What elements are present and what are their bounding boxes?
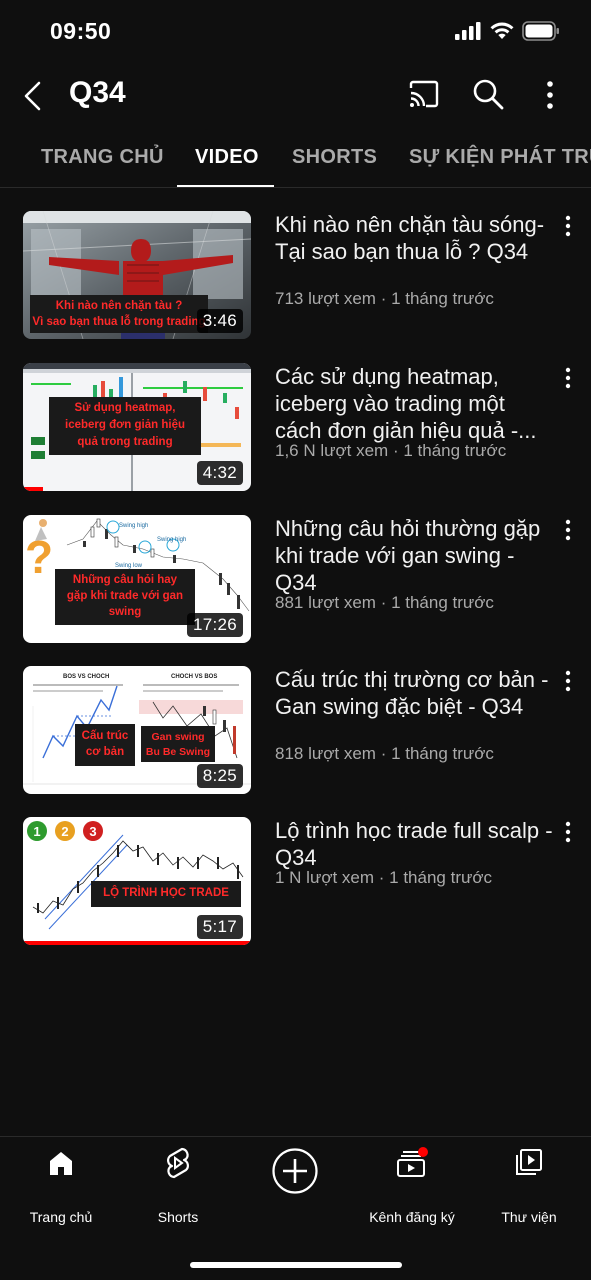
video-thumbnail[interactable]: Sử dụng heatmap, iceberg đơn giản hiệu q… xyxy=(23,363,251,491)
nav-library-label: Thư viện xyxy=(501,1209,557,1225)
video-more-icon[interactable] xyxy=(560,670,576,692)
video-item[interactable]: Khi nào nên chặn tàu ? Vì sao bạn thua l… xyxy=(0,211,591,346)
view-count: 713 lượt xem xyxy=(275,289,376,308)
view-count: 818 lượt xem xyxy=(275,744,376,763)
video-more-icon[interactable] xyxy=(560,367,576,389)
home-indicator[interactable] xyxy=(190,1262,402,1268)
channel-title: Q34 xyxy=(69,76,126,109)
video-meta: 1,6 N lượt xem · 1 tháng trước xyxy=(275,441,507,460)
video-title[interactable]: Khi nào nên chặn tàu sóng- Tại sao bạn t… xyxy=(275,211,555,265)
library-icon xyxy=(516,1149,542,1175)
thumbnail-caption-line: Cấu trúc xyxy=(81,730,129,742)
nav-shorts-label: Shorts xyxy=(157,1209,199,1225)
thumbnail-caption-line: gặp khi trade với gan xyxy=(66,590,184,602)
status-time: 09:50 xyxy=(50,18,112,44)
create-plus-icon xyxy=(272,1148,318,1194)
video-thumbnail[interactable]: Khi nào nên chặn tàu ? Vì sao bạn thua l… xyxy=(23,211,251,339)
video-duration: 4:32 xyxy=(196,461,243,485)
video-thumbnail[interactable]: BOS VS CHOCH CHOCH VS BOS Cấu trúc cơ bả… xyxy=(23,666,251,794)
bottom-navigation: Trang chủ Shorts Kênh đăng ký Thư viện xyxy=(0,1136,591,1280)
nav-subscriptions[interactable]: Kênh đăng ký xyxy=(353,1137,471,1237)
thumbnail-caption-line: Bu Be Swing xyxy=(145,746,211,758)
channel-tabs: TRANG CHỦ VIDEO SHORTS SỰ KIỆN PHÁT TRỰ xyxy=(0,130,591,188)
video-item[interactable]: ? Swing high Swing low Swing high Những … xyxy=(0,515,591,650)
view-count: 881 lượt xem xyxy=(275,593,376,612)
subscriptions-icon xyxy=(397,1147,428,1177)
video-meta: 818 lượt xem · 1 tháng trước xyxy=(275,744,494,763)
video-more-icon[interactable] xyxy=(560,519,576,541)
shorts-icon xyxy=(167,1147,189,1179)
thumbnail-caption-line: iceberg đơn giản hiệu xyxy=(65,419,185,431)
nav-create[interactable] xyxy=(236,1137,354,1237)
thumbnail-caption-line: swing xyxy=(108,606,142,618)
video-item[interactable]: BOS VS CHOCH CHOCH VS BOS Cấu trúc cơ bả… xyxy=(0,666,591,801)
thumbnail-caption: Gan swing Bu Be Swing xyxy=(141,726,215,762)
video-meta: 1 N lượt xem · 1 tháng trước xyxy=(275,868,493,887)
status-bar: 09:50 xyxy=(0,0,591,60)
more-vert-icon[interactable] xyxy=(538,80,562,110)
cast-icon[interactable] xyxy=(408,80,440,108)
search-icon[interactable] xyxy=(472,78,504,110)
thumbnail-caption-line: Những câu hỏi hay xyxy=(72,574,178,586)
thumbnail-caption: Cấu trúc cơ bản xyxy=(75,724,135,766)
thumbnail-caption-line: Sử dụng heatmap, xyxy=(74,402,176,414)
upload-age: 1 tháng trước xyxy=(391,289,494,308)
upload-age: 1 tháng trước xyxy=(403,441,507,460)
upload-age: 1 tháng trước xyxy=(391,744,494,763)
video-meta: 713 lượt xem · 1 tháng trước xyxy=(275,289,494,308)
thumbnail-caption-line: Vì sao bạn thua lỗ trong trading xyxy=(32,316,206,328)
video-title[interactable]: Các sử dụng heatmap, iceberg vào trading… xyxy=(275,363,555,444)
wifi-icon xyxy=(490,22,514,39)
video-meta: 881 lượt xem · 1 tháng trước xyxy=(275,593,494,612)
video-title[interactable]: Những câu hỏi thường gặp khi trade với g… xyxy=(275,515,555,596)
video-more-icon[interactable] xyxy=(560,821,576,843)
nav-library[interactable]: Thư viện xyxy=(470,1137,588,1237)
video-more-icon[interactable] xyxy=(560,215,576,237)
video-duration: 8:25 xyxy=(196,764,243,788)
channel-header: Q34 xyxy=(0,60,591,130)
thumbnail-caption: Sử dụng heatmap, iceberg đơn giản hiệu q… xyxy=(49,397,201,455)
back-icon[interactable] xyxy=(22,80,44,112)
thumbnail-chart-label: Swing high xyxy=(119,523,148,529)
nav-shorts[interactable]: Shorts xyxy=(119,1137,237,1237)
thumbnail-caption: LỘ TRÌNH HỌC TRADE xyxy=(91,881,241,907)
active-tab-indicator xyxy=(177,185,274,187)
video-item[interactable]: Sử dụng heatmap, iceberg đơn giản hiệu q… xyxy=(0,363,591,498)
thumbnail-caption-line: quả trong trading xyxy=(77,436,173,448)
thumbnail-badge: 3 xyxy=(89,824,96,839)
thumbnail-chart-label: Swing high xyxy=(157,537,186,543)
thumbnail-caption-line: cơ bản xyxy=(85,746,125,758)
video-thumbnail[interactable]: ? Swing high Swing low Swing high Những … xyxy=(23,515,251,643)
thumbnail-chart-label: CHOCH VS BOS xyxy=(171,674,217,680)
thumbnail-caption: Những câu hỏi hay gặp khi trade với gan … xyxy=(55,569,195,625)
video-title[interactable]: Lộ trình học trade full scalp - Q34 xyxy=(275,817,555,871)
thumbnail-chart-label: BOS VS CHOCH xyxy=(63,674,109,680)
tab-live-events[interactable]: SỰ KIỆN PHÁT TRỰ xyxy=(409,146,591,169)
view-count: 1,6 N lượt xem xyxy=(275,441,389,460)
nav-home[interactable]: Trang chủ xyxy=(2,1137,120,1237)
video-title[interactable]: Cấu trúc thị trường cơ bản - Gan swing đ… xyxy=(275,666,555,720)
video-thumbnail[interactable]: 1 2 3 LỘ TRÌNH HỌC TRADE 5:17 xyxy=(23,817,251,945)
video-duration: 3:46 xyxy=(196,309,243,333)
cellular-signal-icon xyxy=(455,22,481,40)
video-duration: 5:17 xyxy=(196,915,243,939)
nav-subscriptions-label: Kênh đăng ký xyxy=(369,1209,455,1225)
upload-age: 1 tháng trước xyxy=(391,593,494,612)
tab-video[interactable]: VIDEO xyxy=(195,146,259,169)
thumbnail-caption-line: LỘ TRÌNH HỌC TRADE xyxy=(103,887,229,899)
thumbnail-caption-line: Khi nào nên chặn tàu ? xyxy=(55,300,183,312)
video-duration: 17:26 xyxy=(186,613,243,637)
nav-home-label: Trang chủ xyxy=(29,1209,93,1225)
thumbnail-caption: Khi nào nên chặn tàu ? Vì sao bạn thua l… xyxy=(30,295,208,333)
thumbnail-badge: 2 xyxy=(61,824,68,839)
video-item[interactable]: 1 2 3 LỘ TRÌNH HỌC TRADE 5:17 Lộ trình h… xyxy=(0,817,591,952)
upload-age: 1 tháng trước xyxy=(389,868,493,887)
tab-shorts[interactable]: SHORTS xyxy=(292,146,377,169)
thumbnail-caption-line: Gan swing xyxy=(151,731,205,743)
view-count: 1 N lượt xem xyxy=(275,868,375,887)
battery-icon xyxy=(522,21,559,41)
home-icon xyxy=(50,1152,72,1175)
thumbnail-badge: 1 xyxy=(33,824,40,839)
tab-home[interactable]: TRANG CHỦ xyxy=(41,146,164,169)
